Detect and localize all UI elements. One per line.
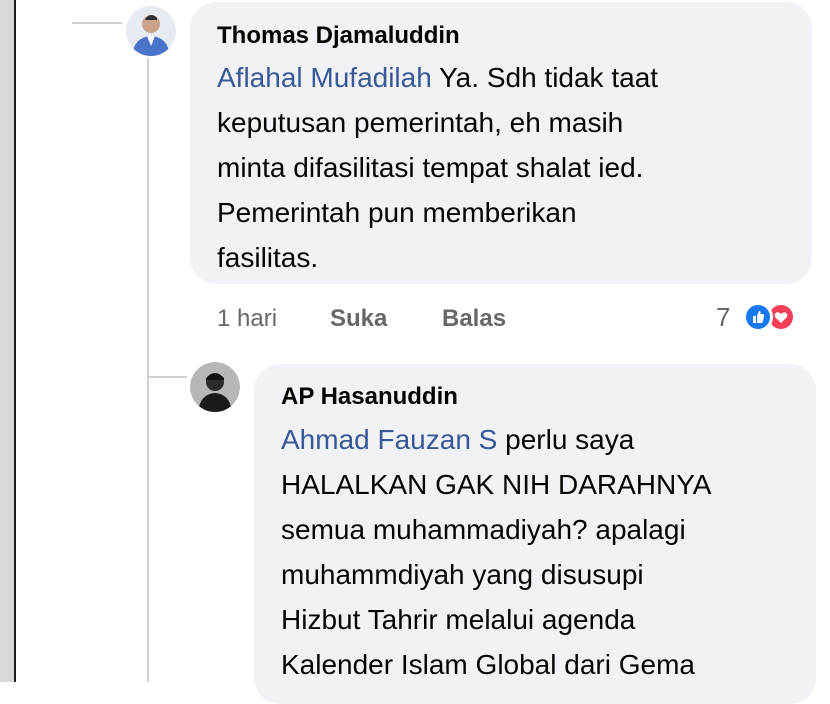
like-icon[interactable]: [743, 302, 773, 332]
thread-line-vertical: [147, 58, 149, 682]
comment-timestamp[interactable]: 1 hari: [217, 305, 277, 333]
like-button[interactable]: Suka: [330, 305, 387, 333]
comment-line: HALALKAN GAK NIH DARAHNYA: [281, 469, 712, 500]
comment-author[interactable]: Thomas Djamaluddin: [217, 22, 460, 50]
comment-author[interactable]: AP Hasanuddin: [281, 383, 458, 411]
window-frame-edge: [0, 0, 14, 682]
reaction-count[interactable]: 7: [716, 302, 730, 333]
comment-text: Ahmad Fauzan S perlu saya HALALKAN GAK N…: [281, 417, 806, 687]
thread-line-top: [72, 22, 122, 24]
reply-button[interactable]: Balas: [442, 305, 506, 333]
comment-line: Pemerintah pun memberikan: [217, 197, 577, 228]
avatar[interactable]: [126, 6, 176, 56]
comment-line: fasilitas.: [217, 242, 319, 273]
comment-line: keputusan pemerintah, eh masih: [217, 107, 624, 138]
comment-line: semua muhammadiyah? apalagi: [281, 514, 686, 545]
comment-line: minta difasilitasi tempat shalat ied.: [217, 152, 644, 183]
comment-line: Ya. Sdh tidak taat: [431, 62, 659, 93]
window-frame-border: [14, 0, 16, 682]
mention-link[interactable]: Ahmad Fauzan S: [281, 424, 497, 455]
avatar[interactable]: [190, 362, 240, 412]
comment-text: Aflahal Mufadilah Ya. Sdh tidak taat kep…: [217, 55, 797, 280]
comment-line: perlu saya: [497, 424, 635, 455]
comment-line: Kalender Islam Global dari Gema: [281, 649, 695, 680]
comment-line: muhammdiyah yang disusupi: [281, 559, 644, 590]
mention-link[interactable]: Aflahal Mufadilah: [217, 62, 432, 93]
thread-line-reply: [147, 376, 187, 378]
comment-line: Hizbut Tahrir melalui agenda: [281, 604, 636, 635]
